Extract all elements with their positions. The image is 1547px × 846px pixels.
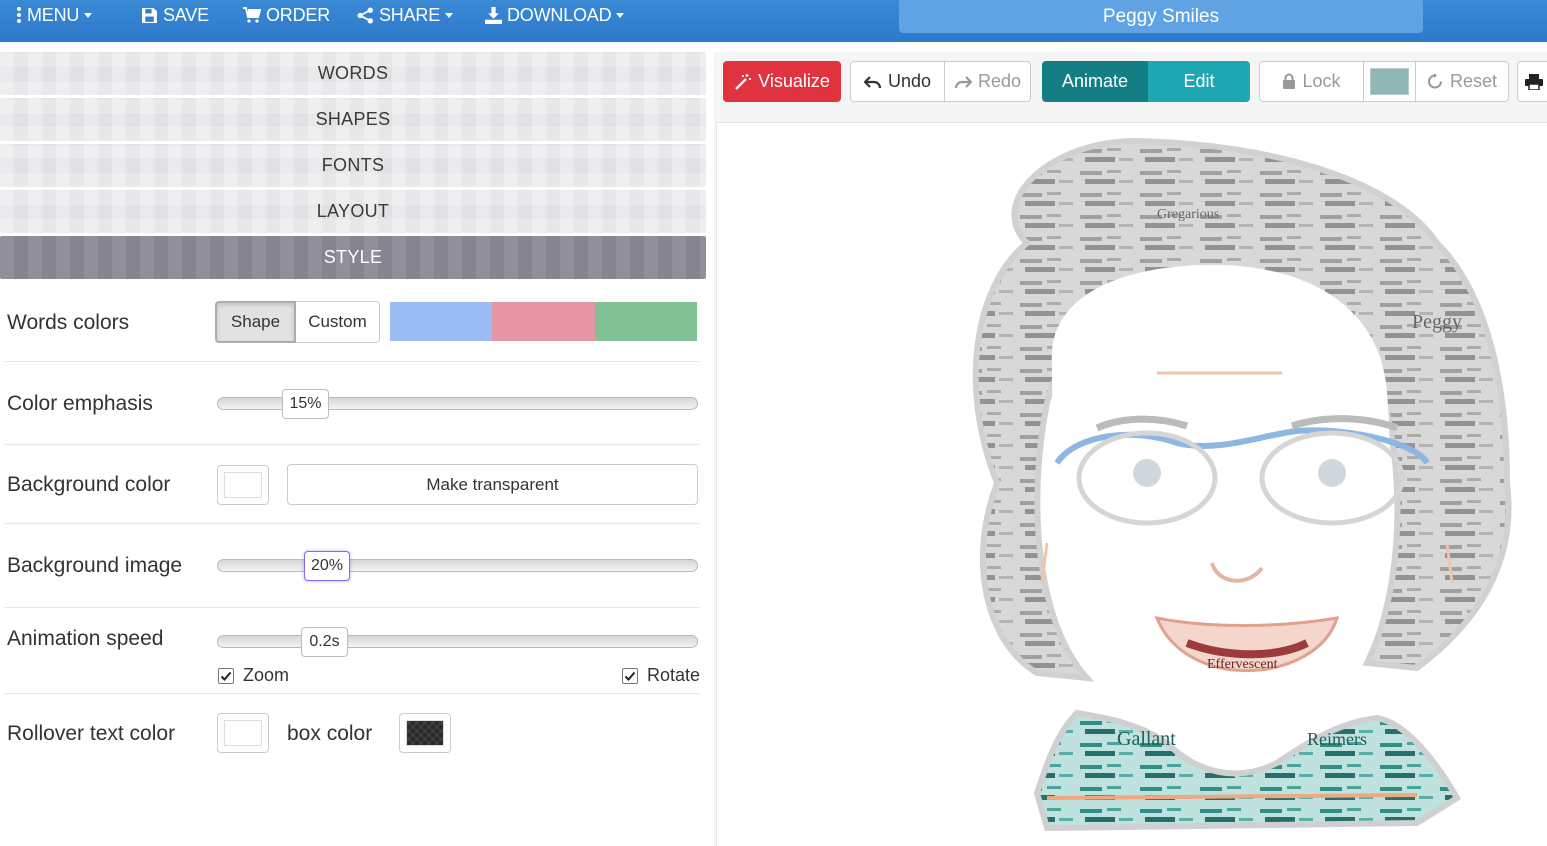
undo-button[interactable]: Undo bbox=[850, 61, 945, 102]
canvas-word: Gregarious bbox=[1157, 207, 1219, 222]
animation-speed-label: Animation speed bbox=[7, 627, 164, 650]
order-label: ORDER bbox=[266, 4, 331, 25]
download-icon bbox=[485, 6, 502, 24]
background-image-handle[interactable]: 20% bbox=[304, 551, 350, 581]
background-image-label: Background image bbox=[7, 554, 183, 577]
canvas-word: Reimers bbox=[1307, 729, 1367, 749]
divider bbox=[5, 607, 699, 608]
shopping-cart-icon bbox=[243, 7, 261, 23]
words-colors-toggle: Shape Custom bbox=[215, 301, 380, 343]
edit-label: Edit bbox=[1183, 71, 1215, 91]
rollover-box-color-swatch bbox=[406, 720, 444, 746]
section-shapes-label: SHAPES bbox=[315, 109, 391, 129]
animation-speed-handle[interactable]: 0.2s bbox=[301, 627, 348, 657]
section-fonts[interactable]: FONTS bbox=[0, 144, 706, 187]
order-button[interactable]: ORDER bbox=[243, 0, 330, 30]
custom-colors-button[interactable]: Custom bbox=[296, 301, 380, 343]
background-color-swatch bbox=[224, 472, 262, 498]
animation-speed-slider[interactable] bbox=[217, 635, 698, 648]
background-image-slider[interactable] bbox=[217, 559, 698, 572]
color-swatch bbox=[1370, 68, 1409, 95]
lock-icon bbox=[1283, 73, 1296, 89]
redo-button[interactable]: Redo bbox=[944, 61, 1031, 102]
color-emphasis-label: Color emphasis bbox=[7, 392, 153, 415]
undo-arrow-icon bbox=[863, 75, 882, 88]
lock-button[interactable]: Lock bbox=[1259, 61, 1364, 102]
undo-label: Undo bbox=[887, 71, 932, 91]
share-button[interactable]: SHARE bbox=[357, 0, 454, 30]
palette-swatch-blue[interactable] bbox=[390, 302, 493, 341]
section-fonts-label: FONTS bbox=[321, 155, 385, 175]
words-colors-label: Words colors bbox=[7, 311, 130, 334]
rotate-checkbox[interactable]: Rotate bbox=[622, 665, 700, 686]
download-button[interactable]: DOWNLOAD bbox=[485, 0, 625, 30]
print-button[interactable] bbox=[1517, 61, 1547, 102]
download-label: DOWNLOAD bbox=[507, 4, 612, 25]
divider bbox=[5, 444, 699, 445]
redo-arrow-icon bbox=[954, 75, 972, 88]
document-title-text: Peggy Smiles bbox=[1102, 5, 1220, 27]
reset-label: Reset bbox=[1449, 71, 1498, 91]
section-shapes[interactable]: SHAPES bbox=[0, 98, 706, 141]
rollover-text-color-picker[interactable] bbox=[217, 713, 269, 753]
share-label: SHARE bbox=[379, 4, 441, 25]
floppy-disk-icon bbox=[142, 7, 157, 23]
lock-label: Lock bbox=[1302, 71, 1341, 91]
edit-button[interactable]: Edit bbox=[1148, 61, 1250, 102]
rotate-label: Rotate bbox=[647, 665, 701, 685]
animate-button[interactable]: Animate bbox=[1042, 61, 1148, 102]
caret-down-icon bbox=[445, 12, 454, 18]
word-cloud-canvas[interactable]: Gallant Reimers Effervescent Gregarious … bbox=[716, 122, 1547, 846]
background-color-picker[interactable] bbox=[217, 465, 269, 505]
divider bbox=[5, 523, 699, 524]
animate-label: Animate bbox=[1061, 71, 1129, 91]
make-transparent-button[interactable]: Make transparent bbox=[287, 464, 698, 505]
document-title[interactable]: Peggy Smiles bbox=[899, 0, 1423, 33]
menu-label: MENU bbox=[27, 4, 80, 25]
checkbox-checked-icon bbox=[622, 667, 638, 684]
visualize-button[interactable]: Visualize bbox=[723, 61, 841, 102]
palette-swatch-pink[interactable] bbox=[492, 302, 595, 341]
section-words[interactable]: WORDS bbox=[0, 52, 706, 95]
words-color-palette bbox=[390, 302, 697, 341]
reset-icon bbox=[1427, 73, 1442, 89]
canvas-word: Effervescent bbox=[1207, 657, 1278, 672]
section-style[interactable]: STYLE bbox=[0, 236, 706, 279]
palette-swatch-green[interactable] bbox=[594, 302, 697, 341]
printer-icon bbox=[1525, 73, 1543, 90]
section-layout[interactable]: LAYOUT bbox=[0, 190, 706, 233]
checkbox-checked-icon bbox=[218, 667, 234, 684]
color-emphasis-handle[interactable]: 15% bbox=[282, 389, 329, 419]
background-color-label: Background color bbox=[7, 473, 171, 496]
rollover-box-color-picker[interactable] bbox=[399, 713, 451, 753]
vertical-dots-icon bbox=[17, 7, 21, 23]
box-color-label: box color bbox=[287, 722, 373, 745]
caret-down-icon bbox=[616, 12, 625, 18]
word-cloud-portrait: Gallant Reimers Effervescent Gregarious … bbox=[972, 137, 1512, 832]
canvas-word: Gallant bbox=[1117, 728, 1176, 750]
magic-wand-icon bbox=[735, 73, 752, 90]
canvas-word: Peggy bbox=[1412, 311, 1462, 333]
save-label: SAVE bbox=[163, 4, 209, 25]
section-style-label: STYLE bbox=[323, 247, 383, 267]
rollover-text-color-label: Rollover text color bbox=[7, 722, 176, 745]
zoom-checkbox[interactable]: Zoom bbox=[218, 665, 289, 686]
visualize-label: Visualize bbox=[758, 71, 830, 91]
redo-label: Redo bbox=[977, 71, 1022, 91]
top-navigation-bar: MENU SAVE ORDER SHARE DOWNLOAD Peggy Smi… bbox=[0, 0, 1547, 42]
rollover-text-color-swatch bbox=[224, 720, 262, 746]
section-layout-label: LAYOUT bbox=[316, 201, 390, 221]
caret-down-icon bbox=[84, 12, 93, 18]
reset-button[interactable]: Reset bbox=[1415, 61, 1509, 102]
save-button[interactable]: SAVE bbox=[141, 0, 209, 30]
shape-colors-button[interactable]: Shape bbox=[215, 301, 296, 343]
color-swatch-button[interactable] bbox=[1363, 61, 1416, 102]
divider bbox=[5, 693, 699, 694]
zoom-label: Zoom bbox=[243, 665, 290, 685]
divider bbox=[5, 361, 699, 362]
share-icon bbox=[357, 7, 373, 23]
menu-button[interactable]: MENU bbox=[16, 0, 93, 30]
section-words-label: WORDS bbox=[317, 63, 389, 83]
